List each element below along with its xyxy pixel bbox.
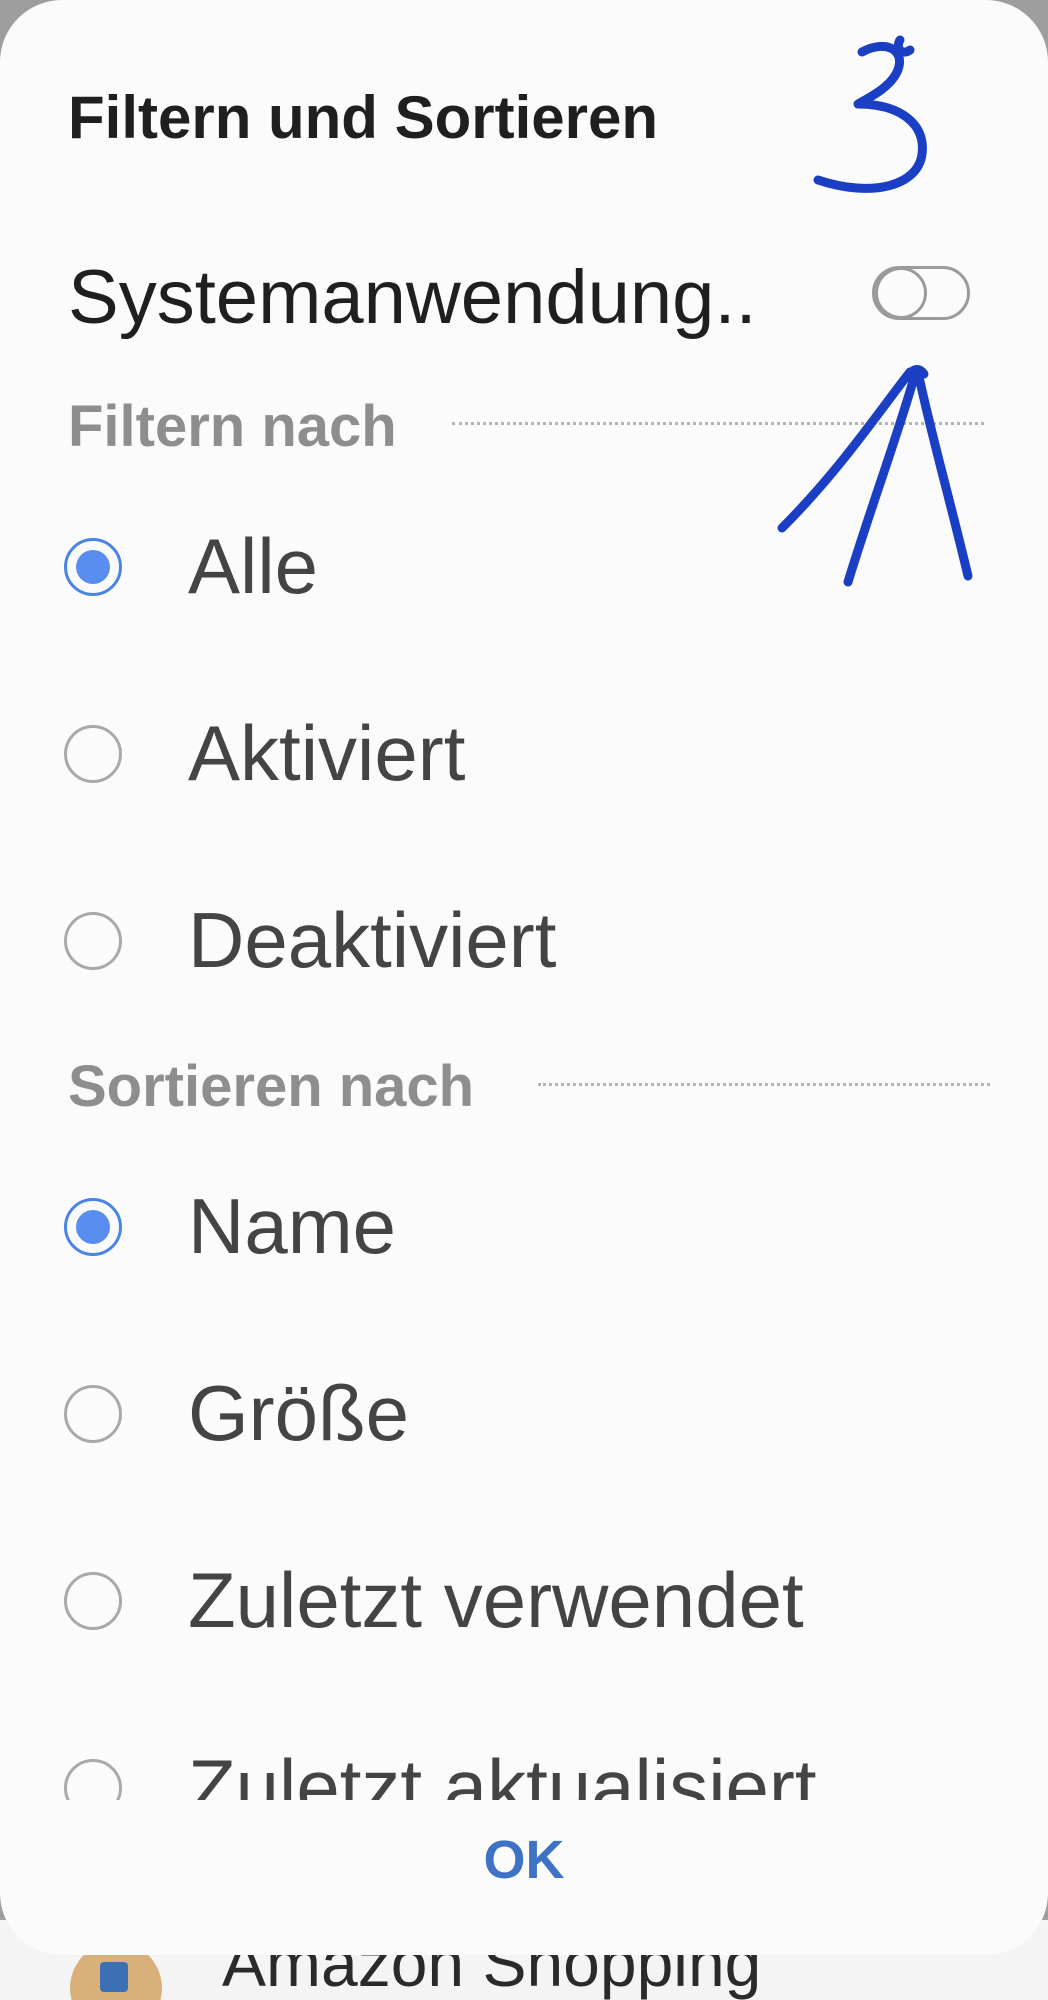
system-apps-toggle-label: Systemanwendung.. [68, 255, 757, 340]
switch-knob [875, 267, 927, 319]
filter-option-deaktiviert[interactable]: Deaktiviert [0, 862, 1048, 1022]
dialog-content: Filtern und Sortieren Systemanwendung.. … [0, 0, 1048, 1800]
dialog-title: Filtern und Sortieren [68, 84, 659, 151]
radio-button[interactable] [64, 725, 122, 783]
sort-option-label: Größe [188, 1369, 410, 1457]
filter-section-divider [452, 422, 984, 425]
sort-option-label: Zuletzt aktualisiert [188, 1743, 817, 1800]
radio-button[interactable] [64, 1759, 122, 1800]
radio-button[interactable] [64, 912, 122, 970]
radio-button[interactable] [64, 1572, 122, 1630]
filter-option-alle[interactable]: Alle [0, 488, 1048, 648]
amazon-shopping-icon-mark [100, 1962, 128, 1992]
filter-section-header: Filtern nach [68, 394, 397, 459]
sort-option-zuletzt-verwendet[interactable]: Zuletzt verwendet [0, 1522, 1048, 1682]
system-apps-toggle-row[interactable]: Systemanwendung.. [0, 232, 1048, 362]
filter-option-label: Aktiviert [188, 709, 466, 797]
filter-option-label: Alle [188, 522, 319, 610]
sort-option-groesse[interactable]: Größe [0, 1335, 1048, 1495]
radio-button-checked[interactable] [64, 538, 122, 596]
radio-button[interactable] [64, 1385, 122, 1443]
sort-section-header: Sortieren nach [68, 1054, 475, 1119]
filter-option-label: Deaktiviert [188, 896, 557, 984]
sort-option-zuletzt-aktualisiert[interactable]: Zuletzt aktualisiert [0, 1709, 1048, 1800]
radio-button-checked[interactable] [64, 1198, 122, 1256]
filter-option-aktiviert[interactable]: Aktiviert [0, 675, 1048, 835]
sort-section-divider [538, 1083, 990, 1086]
sort-option-name[interactable]: Name [0, 1148, 1048, 1308]
sort-option-label: Name [188, 1182, 397, 1270]
system-apps-switch[interactable] [872, 266, 970, 320]
ok-button[interactable]: OK [424, 1820, 624, 1900]
filter-sort-dialog: Filtern und Sortieren Systemanwendung.. … [0, 0, 1048, 1955]
sort-option-label: Zuletzt verwendet [188, 1556, 804, 1644]
